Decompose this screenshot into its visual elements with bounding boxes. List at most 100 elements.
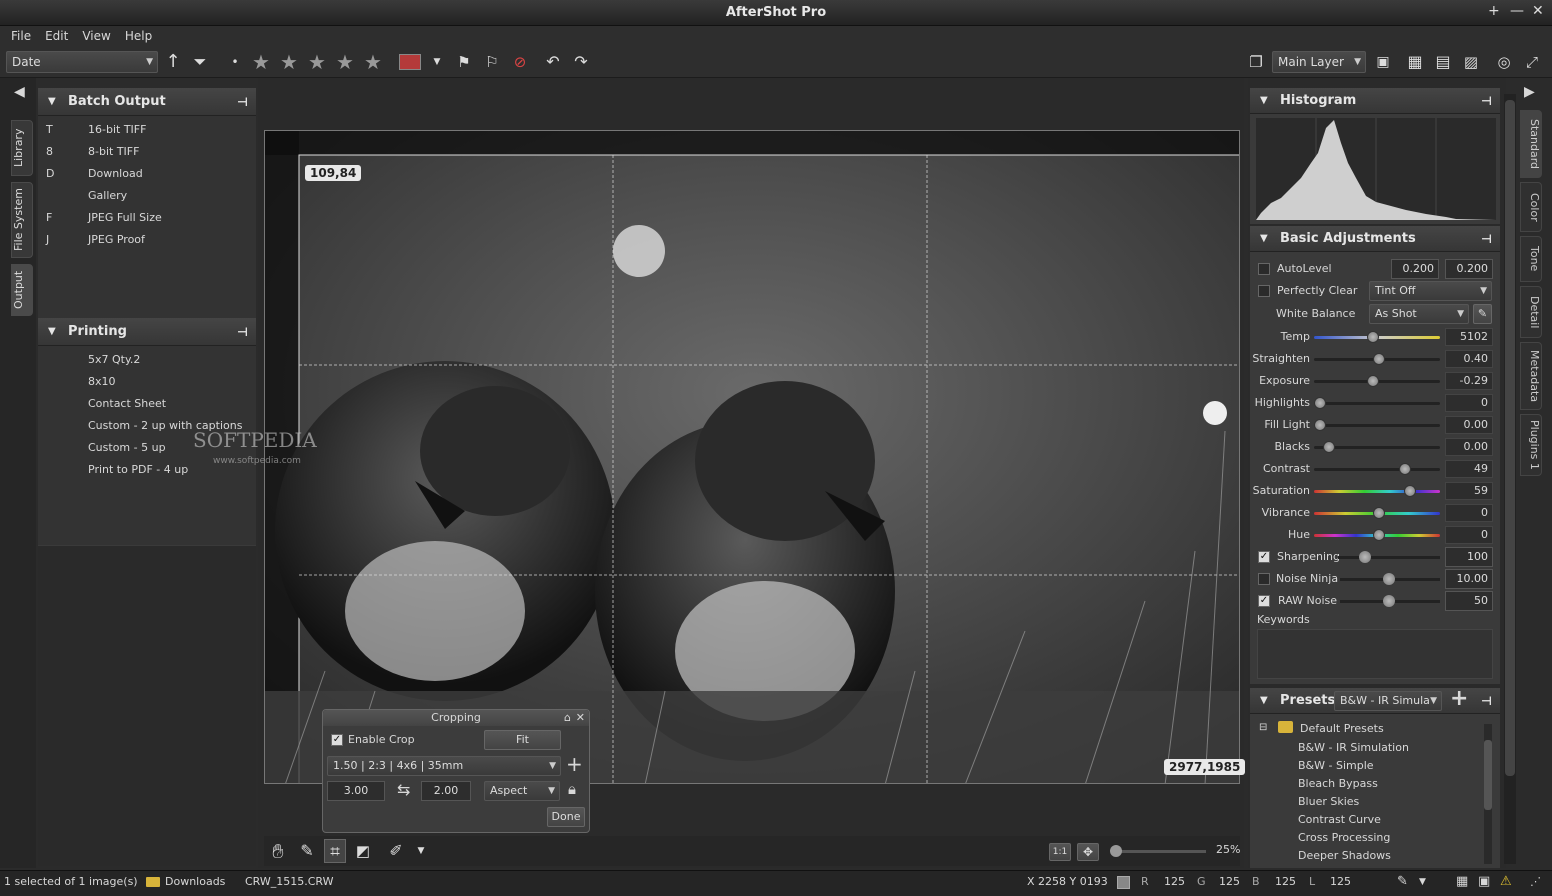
layer-select[interactable]: Main Layer ▼ — [1272, 51, 1366, 73]
slider-knob[interactable] — [1398, 463, 1411, 475]
autolevel-high-field[interactable]: 0.200 — [1445, 259, 1493, 279]
flag-icon[interactable]: ⚑ — [453, 50, 475, 74]
slider-fill-light[interactable]: Fill Light 0.00 — [1252, 414, 1497, 436]
swap-icon[interactable]: ⇆ — [397, 780, 410, 799]
raw-noise-knob[interactable] — [1383, 595, 1395, 607]
sort-select[interactable]: Date ▼ — [6, 51, 158, 73]
tab-library[interactable]: Library — [11, 120, 33, 176]
zoom-icon[interactable]: ◎ — [1493, 50, 1515, 74]
keywords-field[interactable] — [1257, 629, 1493, 679]
white-balance-select[interactable]: As Shot ▼ — [1369, 304, 1469, 324]
slider-knob[interactable] — [1314, 419, 1326, 431]
enable-crop-checkbox[interactable]: ✓ — [331, 734, 343, 746]
pin-icon[interactable]: ⊣ — [1481, 688, 1492, 714]
tab-color[interactable]: Color — [1520, 182, 1542, 232]
slider-value[interactable]: 5102 — [1445, 328, 1493, 346]
dropdown-icon[interactable]: ▼ — [1419, 871, 1426, 893]
zoom-slider[interactable] — [1112, 850, 1206, 853]
image-viewer[interactable] — [264, 130, 1240, 784]
tab-output[interactable]: Output — [11, 264, 33, 316]
preset-item[interactable]: B&W - Simple — [1298, 757, 1374, 775]
star-1-icon[interactable]: ★ — [252, 50, 270, 74]
fullscreen-icon[interactable]: ⤢ — [1521, 50, 1543, 74]
grid-view-icon[interactable]: ▦ — [1404, 50, 1426, 74]
hand-tool-icon[interactable]: ✋︎ — [267, 839, 289, 863]
menu-help[interactable]: Help — [118, 26, 159, 46]
noise-ninja-value[interactable]: 10.00 — [1445, 569, 1493, 589]
sharpening-checkbox[interactable]: ✓ — [1258, 551, 1270, 563]
rotate-right-icon[interactable]: ↷ — [570, 50, 592, 74]
menu-file[interactable]: File — [4, 26, 38, 46]
noise-ninja-checkbox[interactable] — [1258, 573, 1270, 585]
slider-track[interactable] — [1314, 424, 1440, 427]
pin-icon[interactable]: ⊣ — [237, 318, 248, 346]
slider-value[interactable]: 0 — [1445, 504, 1493, 522]
slider-contrast[interactable]: Contrast 49 — [1252, 458, 1497, 480]
collapse-right-icon[interactable]: ▶ — [1524, 84, 1535, 100]
brush-tool-icon[interactable]: ✐ — [385, 839, 407, 863]
slider-value[interactable]: 0 — [1445, 394, 1493, 412]
slider-track[interactable] — [1314, 402, 1440, 405]
color-label-dropdown-icon[interactable]: ▼ — [426, 50, 448, 74]
slider-vibrance[interactable]: Vibrance 0 — [1252, 502, 1497, 524]
star-4-icon[interactable]: ★ — [336, 50, 354, 74]
lock-icon[interactable]: ▣ — [1478, 871, 1490, 893]
slider-value[interactable]: 59 — [1445, 482, 1493, 500]
slider-track[interactable] — [1314, 468, 1440, 471]
tool-dropdown-icon[interactable]: ▼ — [410, 839, 432, 863]
batch-output-item[interactable]: F JPEG Full Size — [38, 207, 256, 229]
pin-icon[interactable]: ⊣ — [237, 88, 248, 116]
raw-noise-value[interactable]: 50 — [1445, 591, 1493, 611]
preset-item[interactable]: Cross Processing — [1298, 829, 1390, 847]
slider-value[interactable]: 0.00 — [1445, 438, 1493, 456]
perfectly-clear-checkbox[interactable] — [1258, 285, 1270, 297]
slider-knob[interactable] — [1367, 375, 1380, 387]
batch-output-header[interactable]: ▼ Batch Output ⊣ — [38, 88, 256, 116]
resize-grip-icon[interactable]: ⋰ — [1530, 871, 1541, 893]
batch-output-item[interactable]: Gallery — [38, 185, 256, 207]
menu-edit[interactable]: Edit — [38, 26, 75, 46]
tab-metadata[interactable]: Metadata — [1520, 342, 1542, 410]
star-2-icon[interactable]: ★ — [280, 50, 298, 74]
batch-output-item[interactable]: D Download — [38, 163, 256, 185]
perfectly-clear-select[interactable]: Tint Off ▼ — [1369, 281, 1492, 301]
pin-icon[interactable]: ⊣ — [1481, 226, 1492, 252]
slider-value[interactable]: 0 — [1445, 526, 1493, 544]
autolevel-low-field[interactable]: 0.200 — [1391, 259, 1439, 279]
slider-temp[interactable]: Temp 5102 — [1252, 326, 1497, 348]
preset-select[interactable]: B&W - IR Simula ▼ — [1334, 691, 1442, 711]
zoom-fit-icon[interactable]: ✥ — [1077, 843, 1099, 861]
fit-button[interactable]: Fit — [484, 730, 561, 750]
sharpening-value[interactable]: 100 — [1445, 547, 1493, 567]
sharpening-slider[interactable] — [1338, 556, 1440, 559]
crop-width-field[interactable]: 3.00 — [327, 781, 385, 801]
eyedropper-icon[interactable]: ✎ — [296, 839, 318, 863]
zoom-100-icon[interactable]: 1:1 — [1049, 843, 1071, 861]
printing-item[interactable]: 5x7 Qty.2 — [38, 349, 256, 371]
slider-exposure[interactable]: Exposure -0.29 — [1252, 370, 1497, 392]
collapse-tree-icon[interactable]: ⊟ — [1259, 722, 1267, 733]
wb-picker-icon[interactable]: ✎ — [1473, 304, 1492, 324]
printing-header[interactable]: ▼ Printing ⊣ — [38, 318, 256, 346]
tab-tone[interactable]: Tone — [1520, 236, 1542, 282]
batch-output-item[interactable]: T 16-bit TIFF — [38, 119, 256, 141]
slider-straighten[interactable]: Straighten 0.40 — [1252, 348, 1497, 370]
slider-knob[interactable] — [1403, 485, 1416, 497]
color-label-swatch[interactable] — [399, 54, 421, 70]
tab-file-system[interactable]: File System — [11, 182, 33, 258]
star-3-icon[interactable]: ★ — [308, 50, 326, 74]
slider-value[interactable]: -0.29 — [1445, 372, 1493, 390]
preset-item[interactable]: Bleach Bypass — [1298, 775, 1378, 793]
crop-tool-icon[interactable]: ⌗ — [324, 839, 346, 863]
crop-height-field[interactable]: 2.00 — [421, 781, 471, 801]
preset-item[interactable]: Contrast Curve — [1298, 811, 1381, 829]
cropping-titlebar[interactable]: Cropping ⌂ ✕ — [323, 710, 589, 726]
close-icon[interactable]: ✕ — [1532, 3, 1544, 19]
slider-value[interactable]: 49 — [1445, 460, 1493, 478]
maximize-icon[interactable]: + — [1488, 3, 1500, 19]
printing-item[interactable]: 8x10 — [38, 371, 256, 393]
sharpening-knob[interactable] — [1359, 551, 1371, 563]
right-scrollbar-thumb[interactable] — [1505, 100, 1515, 776]
slider-knob[interactable] — [1323, 441, 1336, 453]
done-button[interactable]: Done — [547, 807, 585, 827]
